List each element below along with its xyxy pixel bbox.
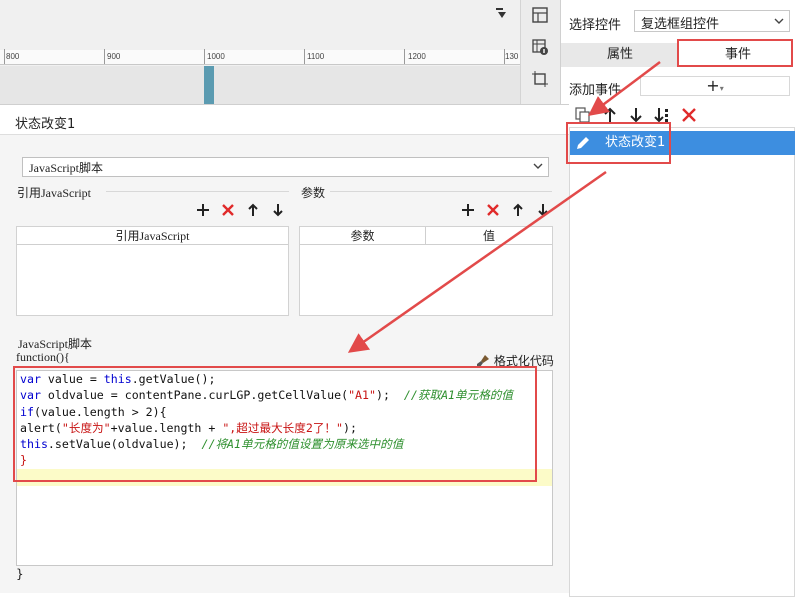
annotation-arrows xyxy=(347,61,661,353)
arrow-to-event-item xyxy=(588,61,661,116)
arrow-to-code-block xyxy=(347,170,607,353)
